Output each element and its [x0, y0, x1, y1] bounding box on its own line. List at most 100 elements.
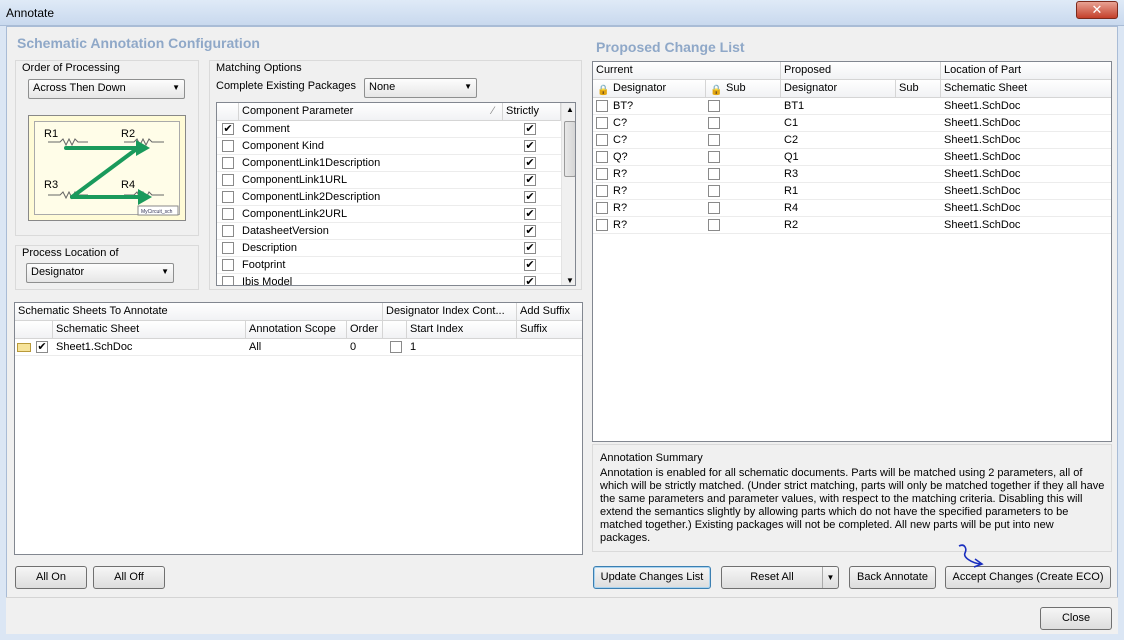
proposed-designator: R3	[784, 168, 799, 180]
change-row[interactable]: R? R4 Sheet1.SchDoc	[593, 200, 1111, 217]
parameter-checkbox[interactable]	[222, 208, 234, 220]
strict-checkbox[interactable]: ✔	[524, 208, 536, 220]
strict-checkbox[interactable]: ✔	[524, 242, 536, 254]
current-sub-lock-checkbox[interactable]	[708, 219, 720, 231]
sheet-column-header[interactable]: Schematic Sheet	[53, 321, 246, 339]
sheet-start-index[interactable]: 1	[407, 339, 517, 356]
current-sub-lock-checkbox[interactable]	[708, 117, 720, 129]
parameter-name: DatasheetVersion	[242, 225, 329, 237]
current-designator-lock-checkbox[interactable]	[596, 117, 608, 129]
scope-column-header[interactable]: Annotation Scope	[246, 321, 347, 339]
change-row[interactable]: R? R2 Sheet1.SchDoc	[593, 217, 1111, 234]
schematic-sheet: Sheet1.SchDoc	[944, 117, 1021, 129]
accept-changes-button[interactable]: Accept Changes (Create ECO)	[945, 566, 1111, 589]
parameter-row[interactable]: ComponentLink2URL ✔	[217, 206, 561, 223]
change-row[interactable]: R? R3 Sheet1.SchDoc	[593, 166, 1111, 183]
parameter-row[interactable]: ComponentLink1URL ✔	[217, 172, 561, 189]
parameter-row[interactable]: ComponentLink2Description ✔	[217, 189, 561, 206]
current-designator-lock-checkbox[interactable]	[596, 151, 608, 163]
change-row[interactable]: Q? Q1 Sheet1.SchDoc	[593, 149, 1111, 166]
current-sub-lock-checkbox[interactable]	[708, 151, 720, 163]
start-index-checkbox[interactable]	[390, 341, 402, 353]
current-sub-lock-checkbox[interactable]	[708, 100, 720, 112]
parameter-checkbox[interactable]	[222, 276, 234, 285]
reset-all-button[interactable]: Reset All ▼	[721, 566, 839, 589]
start-column-header[interactable]: Start Index	[407, 321, 517, 339]
sheet-order[interactable]: 0	[347, 339, 383, 356]
parameter-row[interactable]: ComponentLink1Description ✔	[217, 155, 561, 172]
sheet-row[interactable]: ✔ Sheet1.SchDoc All 0 1	[15, 339, 582, 356]
parameter-checkbox[interactable]	[222, 259, 234, 271]
schematic-sheet: Sheet1.SchDoc	[944, 134, 1021, 146]
parameter-row[interactable]: DatasheetVersion ✔	[217, 223, 561, 240]
strict-checkbox[interactable]: ✔	[524, 140, 536, 152]
proposed-sub-header[interactable]: Sub	[896, 80, 941, 98]
strict-checkbox[interactable]: ✔	[524, 276, 536, 285]
sheet-scope[interactable]: All	[246, 339, 347, 356]
close-button[interactable]: Close	[1040, 607, 1112, 630]
strict-checkbox[interactable]: ✔	[524, 191, 536, 203]
parameter-checkbox[interactable]	[222, 191, 234, 203]
current-sub-lock-checkbox[interactable]	[708, 202, 720, 214]
proposed-designator-header[interactable]: Designator	[781, 80, 896, 98]
chevron-down-icon: ▼	[161, 267, 169, 276]
current-designator-lock-checkbox[interactable]	[596, 202, 608, 214]
parameter-checkbox[interactable]: ✔	[222, 123, 234, 135]
parameter-checkbox[interactable]	[222, 242, 234, 254]
packages-combobox[interactable]: None ▼	[364, 78, 477, 98]
current-designator-lock-checkbox[interactable]	[596, 219, 608, 231]
proposed-designator: R2	[784, 219, 799, 231]
process-location-combobox[interactable]: Designator ▼	[26, 263, 174, 283]
scroll-down-icon[interactable]: ▼	[566, 276, 574, 285]
back-annotate-button[interactable]: Back Annotate	[849, 566, 936, 589]
strict-checkbox[interactable]: ✔	[524, 259, 536, 271]
chevron-down-icon[interactable]: ▼	[822, 567, 838, 588]
change-row[interactable]: C? C1 Sheet1.SchDoc	[593, 115, 1111, 132]
current-sub-lock-checkbox[interactable]	[708, 185, 720, 197]
all-off-button[interactable]: All Off	[93, 566, 165, 589]
order-label: Order of Processing	[22, 62, 120, 74]
sheet-enable-checkbox[interactable]: ✔	[36, 341, 48, 353]
strict-checkbox[interactable]: ✔	[524, 225, 536, 237]
parameter-row[interactable]: ✔ Comment ✔	[217, 121, 561, 138]
current-designator-lock-checkbox[interactable]	[596, 134, 608, 146]
current-sub-header[interactable]: 🔒 Sub	[706, 80, 781, 98]
strict-checkbox[interactable]: ✔	[524, 174, 536, 186]
suffix-column-header[interactable]: Suffix	[517, 321, 582, 339]
sheet-suffix[interactable]	[517, 339, 582, 356]
parameter-checkbox[interactable]	[222, 174, 234, 186]
strict-checkbox[interactable]: ✔	[524, 157, 536, 169]
all-on-button[interactable]: All On	[15, 566, 87, 589]
lock-icon[interactable]: 🔒	[710, 82, 722, 97]
lock-icon[interactable]: 🔒	[597, 82, 609, 97]
current-designator-header[interactable]: 🔒 Designator	[593, 80, 706, 98]
current-designator: BT?	[613, 100, 634, 112]
change-row[interactable]: C? C2 Sheet1.SchDoc	[593, 132, 1111, 149]
parameter-checkbox[interactable]	[222, 225, 234, 237]
schematic-sheet-header[interactable]: Schematic Sheet	[941, 80, 1111, 98]
current-sub-lock-checkbox[interactable]	[708, 134, 720, 146]
current-sub-lock-checkbox[interactable]	[708, 168, 720, 180]
change-row[interactable]: BT? BT1 Sheet1.SchDoc	[593, 98, 1111, 115]
scroll-up-icon[interactable]: ▲	[566, 105, 574, 114]
strict-header[interactable]: Strictly	[503, 103, 561, 121]
parameter-row[interactable]: Footprint ✔	[217, 257, 561, 274]
strict-checkbox[interactable]: ✔	[524, 123, 536, 135]
parameter-row[interactable]: Description ✔	[217, 240, 561, 257]
change-row[interactable]: R? R1 Sheet1.SchDoc	[593, 183, 1111, 200]
window-close-button[interactable]: ✕	[1076, 1, 1118, 19]
parameter-header-name[interactable]: Component Parameter ⁄	[239, 103, 503, 121]
diagram-stamp: MyCircuit_sch	[141, 209, 173, 215]
parameter-checkbox[interactable]	[222, 157, 234, 169]
order-combobox[interactable]: Across Then Down ▼	[28, 79, 185, 99]
parameter-scrollbar[interactable]: ▲ ▼	[561, 103, 575, 285]
current-designator-lock-checkbox[interactable]	[596, 168, 608, 180]
update-changes-button[interactable]: Update Changes List	[593, 566, 711, 589]
parameter-row[interactable]: Component Kind ✔	[217, 138, 561, 155]
order-column-header[interactable]: Order	[347, 321, 383, 339]
scrollbar-thumb[interactable]	[564, 121, 575, 177]
current-designator-lock-checkbox[interactable]	[596, 100, 608, 112]
current-designator-lock-checkbox[interactable]	[596, 185, 608, 197]
parameter-row[interactable]: Ibis Model ✔	[217, 274, 561, 285]
parameter-checkbox[interactable]	[222, 140, 234, 152]
